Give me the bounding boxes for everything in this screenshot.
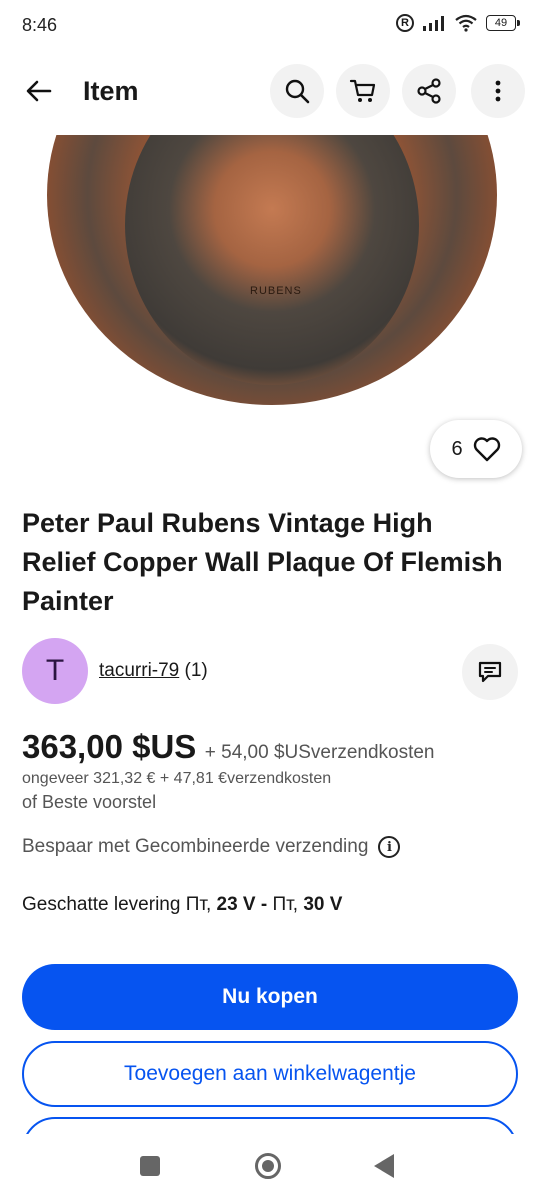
page-title: Item [83, 76, 139, 106]
third-action-button-outline [22, 1117, 518, 1134]
search-button[interactable] [270, 64, 324, 118]
estimated-delivery: Geschatte levering Пт, 23 V - Пт, 30 V [22, 894, 342, 916]
delivery-start-date: 23 V [216, 894, 256, 915]
watchlist-button[interactable]: 6 [430, 420, 522, 478]
battery-icon: 49 [486, 15, 520, 31]
best-offer-text: of Beste voorstel [22, 792, 157, 812]
status-icons: R 49 [396, 14, 520, 32]
signal-icon [423, 16, 444, 31]
price-block: 363,00 $US + 54,00 $USverzendkosten onge… [22, 728, 522, 812]
watch-count: 6 [451, 437, 463, 460]
home-icon[interactable] [255, 1153, 281, 1179]
more-vertical-icon [495, 80, 501, 102]
cart-button[interactable] [336, 64, 390, 118]
delivery-end-day: Пт, [272, 894, 299, 915]
delivery-label: Geschatte levering [22, 894, 181, 915]
message-icon [478, 661, 502, 683]
system-nav-bar [0, 1136, 540, 1200]
registered-icon: R [396, 14, 414, 32]
back-arrow-icon [26, 80, 52, 102]
seller-feedback: (1) [184, 660, 208, 681]
search-icon [285, 79, 310, 104]
heart-icon [473, 437, 500, 462]
info-icon[interactable]: i [378, 836, 401, 858]
seller-row: T tacurri-79 (1) [22, 638, 518, 704]
plaque-inscription: RUBENS [250, 285, 302, 297]
cart-icon [349, 79, 376, 102]
combined-shipping-text: Bespaar met Gecombineerde verzending [22, 836, 369, 857]
wifi-icon [455, 14, 477, 32]
item-price: 363,00 $US [22, 728, 197, 765]
shipping-cost: + 54,00 $USverzendkosten [204, 742, 435, 763]
seller-avatar[interactable]: T [22, 638, 88, 704]
delivery-end-date: 30 V [303, 894, 343, 915]
seller-name-link[interactable]: tacurri-79 [99, 660, 179, 681]
battery-level: 49 [494, 17, 508, 29]
app-bar: Item [0, 62, 540, 120]
share-button[interactable] [402, 64, 456, 118]
contact-seller-button[interactable] [462, 644, 518, 700]
share-icon [417, 78, 441, 104]
back-button[interactable] [18, 70, 60, 112]
seller-info: tacurri-79 (1) [99, 660, 208, 682]
status-bar: 8:46 R 49 [0, 0, 540, 52]
back-icon[interactable] [374, 1154, 394, 1178]
recents-icon[interactable] [140, 1156, 160, 1176]
status-time: 8:46 [22, 15, 58, 35]
delivery-separator: - [260, 894, 268, 915]
delivery-start-day: Пт, [185, 894, 212, 915]
more-options-button[interactable] [471, 64, 525, 118]
watchlist-action-button[interactable] [22, 1117, 518, 1134]
item-title: Peter Paul Rubens Vintage High Relief Co… [22, 508, 503, 616]
add-to-cart-button[interactable]: Toevoegen aan winkelwagentje [22, 1041, 518, 1107]
combined-shipping: Bespaar met Gecombineerde verzending i [22, 836, 401, 858]
buy-now-button[interactable]: Nu kopen [22, 964, 518, 1030]
converted-price: ongeveer 321,32 € + 47,81 €verzendkosten [22, 770, 332, 787]
